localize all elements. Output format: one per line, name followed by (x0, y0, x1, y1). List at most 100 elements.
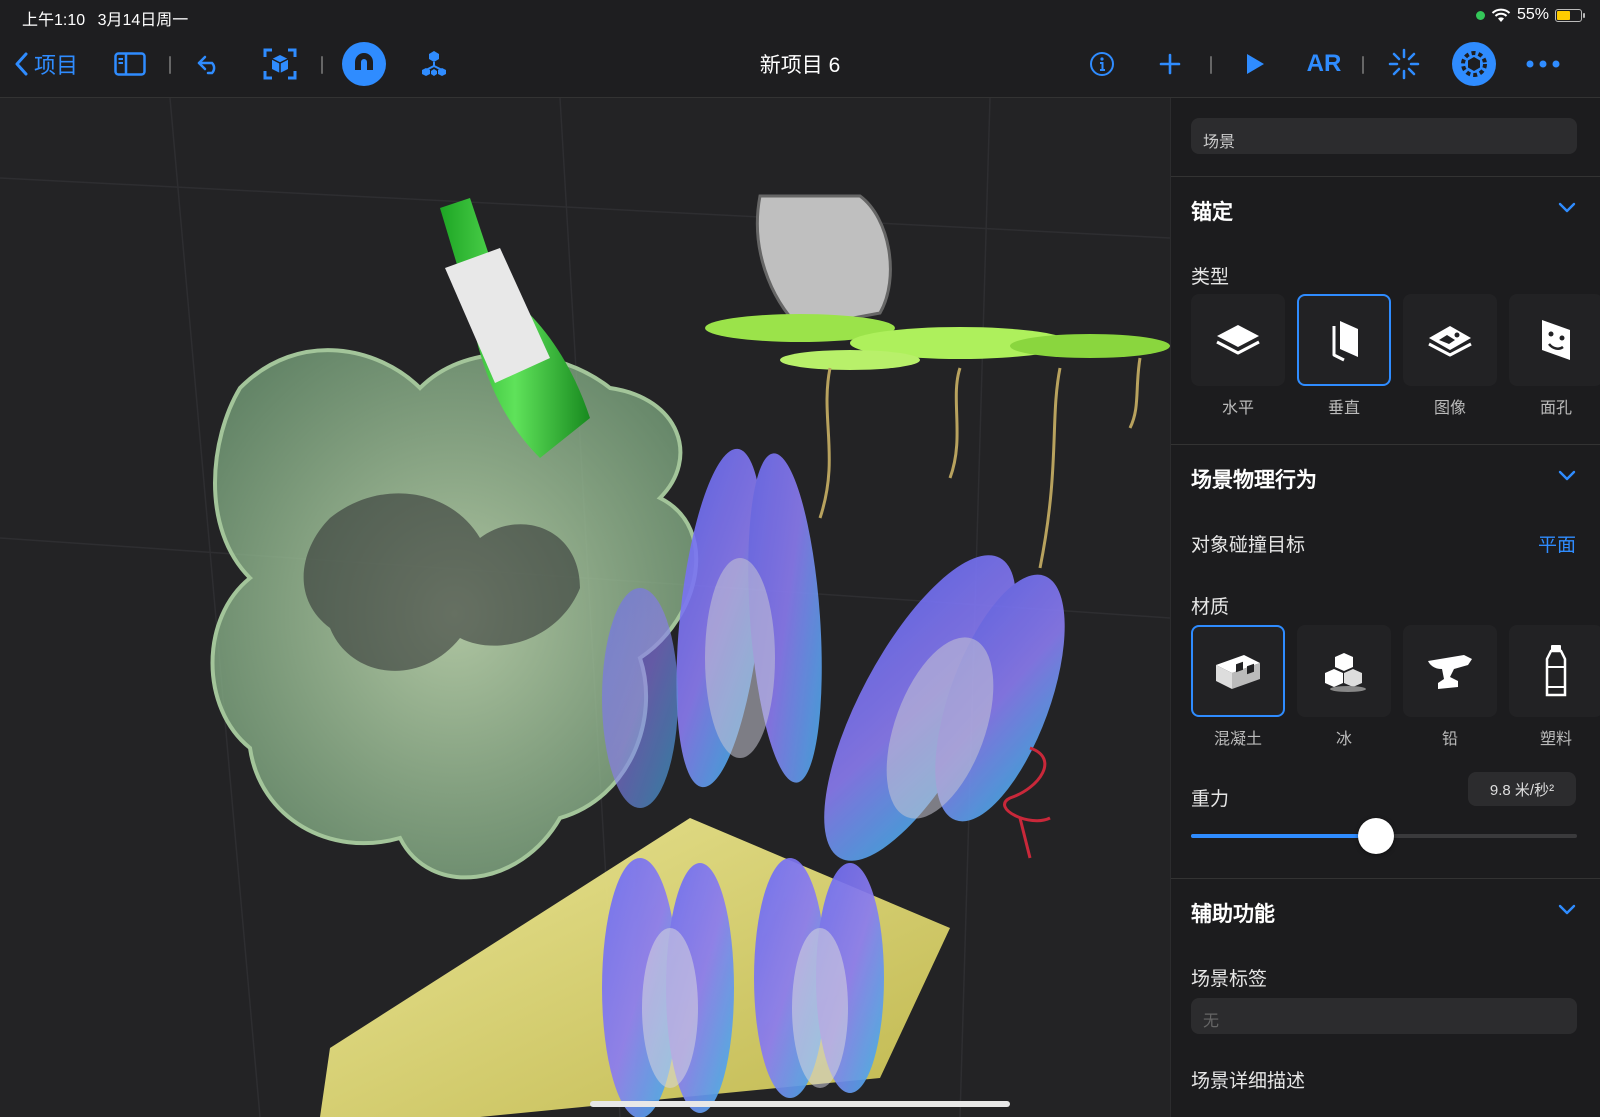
sidebar-icon (114, 52, 146, 76)
anchor-section-title[interactable]: 锚定 (1191, 196, 1233, 226)
info-button[interactable] (1086, 30, 1118, 98)
anvil-icon (1428, 655, 1472, 689)
chevron-left-icon (15, 52, 28, 76)
metal-object (755, 194, 892, 330)
tile-box (1509, 294, 1600, 386)
slider-fill (1191, 834, 1377, 838)
divider (1171, 878, 1600, 879)
back-to-projects-button[interactable]: 项目 (14, 30, 78, 98)
material-lead[interactable]: 铅 (1403, 625, 1497, 749)
anchor-type-face[interactable]: 面孔 (1509, 294, 1600, 418)
face-anchor-icon (1542, 320, 1570, 360)
tile-box (1403, 625, 1497, 717)
accessibility-section-title[interactable]: 辅助功能 (1191, 898, 1275, 928)
chevron-down-icon[interactable] (1558, 470, 1576, 482)
floating-leaves-object (705, 314, 1170, 370)
home-indicator[interactable] (590, 1101, 1010, 1107)
back-label: 项目 (34, 53, 79, 78)
divider (1171, 444, 1600, 445)
vertical-plane-icon (1332, 321, 1358, 362)
inspector-toggle-circle (1452, 42, 1496, 86)
scene-frame-icon (263, 48, 297, 80)
material-label: 材质 (1191, 597, 1230, 618)
play-button[interactable] (1240, 30, 1270, 98)
inspector-button[interactable] (1450, 30, 1498, 98)
plus-icon (1159, 53, 1181, 75)
inspector-gear-icon (1461, 51, 1487, 77)
date: 3月14日周一 (97, 12, 189, 29)
tile-caption: 铅 (1441, 731, 1458, 748)
material-row: 混凝土 冰 铅 塑料 (1191, 625, 1600, 749)
tile-caption: 垂直 (1327, 400, 1360, 417)
sidebar-toggle-button[interactable] (112, 30, 148, 98)
project-title: 新项目 6 (759, 54, 841, 77)
scene-tag-label: 场景标签 (1191, 969, 1268, 990)
wifi-icon (1491, 8, 1511, 22)
clock: 上午1:10 (22, 12, 86, 29)
add-object-button[interactable] (1155, 30, 1185, 98)
tile-box (1403, 294, 1497, 386)
scene-name-field[interactable]: 场景 (1191, 118, 1577, 154)
status-time: 上午1:10 3月14日周一 (22, 6, 188, 30)
anchor-type-vertical[interactable]: 垂直 (1297, 294, 1391, 418)
material-ice[interactable]: 冰 (1297, 625, 1391, 749)
behaviors-button[interactable] (1386, 30, 1422, 98)
anchor-type-label: 类型 (1191, 267, 1230, 288)
tile-box (1191, 625, 1285, 717)
status-right: 55% (1475, 6, 1585, 24)
toolbar: 新项目 6 项目 AR (0, 30, 1600, 98)
collision-target-value[interactable]: 平面 (1538, 530, 1576, 557)
horizontal-plane-icon (1216, 325, 1260, 355)
tile-caption: 图像 (1433, 400, 1466, 417)
gravity-value-badge[interactable]: 9.8 米/秒² (1468, 772, 1576, 806)
plastic-bottle-icon (1545, 645, 1567, 697)
anchor-hierarchy-button[interactable] (416, 30, 452, 98)
more-button[interactable] (1524, 30, 1562, 98)
tile-caption: 水平 (1221, 400, 1254, 417)
undo-button[interactable] (194, 30, 224, 98)
tile-caption: 塑料 (1539, 731, 1572, 748)
anchor-tree-icon (422, 51, 446, 76)
toolbar-separator (1210, 56, 1212, 74)
tile-box (1191, 294, 1285, 386)
magnet-icon (355, 53, 373, 75)
concrete-block-icon (1216, 655, 1260, 689)
scene-description-label: 场景详细描述 (1191, 1071, 1306, 1092)
tile-box (1297, 294, 1391, 386)
battery-icon (1555, 8, 1585, 22)
undo-icon (197, 55, 216, 75)
wing-cluster-right (824, 555, 1065, 861)
chevron-down-icon[interactable] (1558, 904, 1576, 916)
battery-fill (1557, 10, 1570, 20)
anchor-type-image[interactable]: 图像 (1403, 294, 1497, 418)
inspector-panel: 场景 锚定 类型 水平 垂直 图像 面孔 场景物理行为 对象碰撞目标 平面 材质… (1170, 98, 1600, 1117)
scene-tag-input[interactable]: 无 (1191, 998, 1577, 1034)
ar-button[interactable]: AR (1302, 30, 1346, 98)
anchor-type-horizontal[interactable]: 水平 (1191, 294, 1285, 418)
material-plastic[interactable]: 塑料 (1509, 625, 1600, 749)
scene-frame-button[interactable] (262, 30, 298, 98)
tile-box (1509, 625, 1600, 717)
chevron-down-icon[interactable] (1558, 202, 1576, 214)
snapping-toggle-circle (342, 42, 386, 86)
image-anchor-icon (1428, 326, 1472, 357)
tile-caption: 面孔 (1539, 400, 1572, 417)
slider-thumb[interactable] (1358, 818, 1395, 854)
ice-cubes-icon (1325, 653, 1366, 692)
play-icon (1247, 54, 1264, 74)
toolbar-separator (169, 56, 171, 74)
physics-section-title[interactable]: 场景物理行为 (1191, 464, 1317, 494)
material-concrete[interactable]: 混凝土 (1191, 625, 1285, 749)
tile-caption: 冰 (1335, 731, 1352, 748)
status-bar: 上午1:10 3月14日周一 55% (0, 0, 1600, 30)
more-icon (1526, 60, 1560, 68)
collision-target-label: 对象碰撞目标 (1191, 535, 1306, 556)
tile-caption: 混凝土 (1213, 731, 1262, 748)
gravity-label: 重力 (1191, 789, 1230, 810)
gravity-slider[interactable] (1191, 818, 1577, 854)
scene-viewport[interactable] (0, 98, 1170, 1117)
spark-icon (1388, 48, 1420, 80)
toolbar-separator (321, 56, 323, 74)
scene-render[interactable] (0, 98, 1170, 1117)
snapping-toggle-button[interactable] (340, 30, 388, 98)
